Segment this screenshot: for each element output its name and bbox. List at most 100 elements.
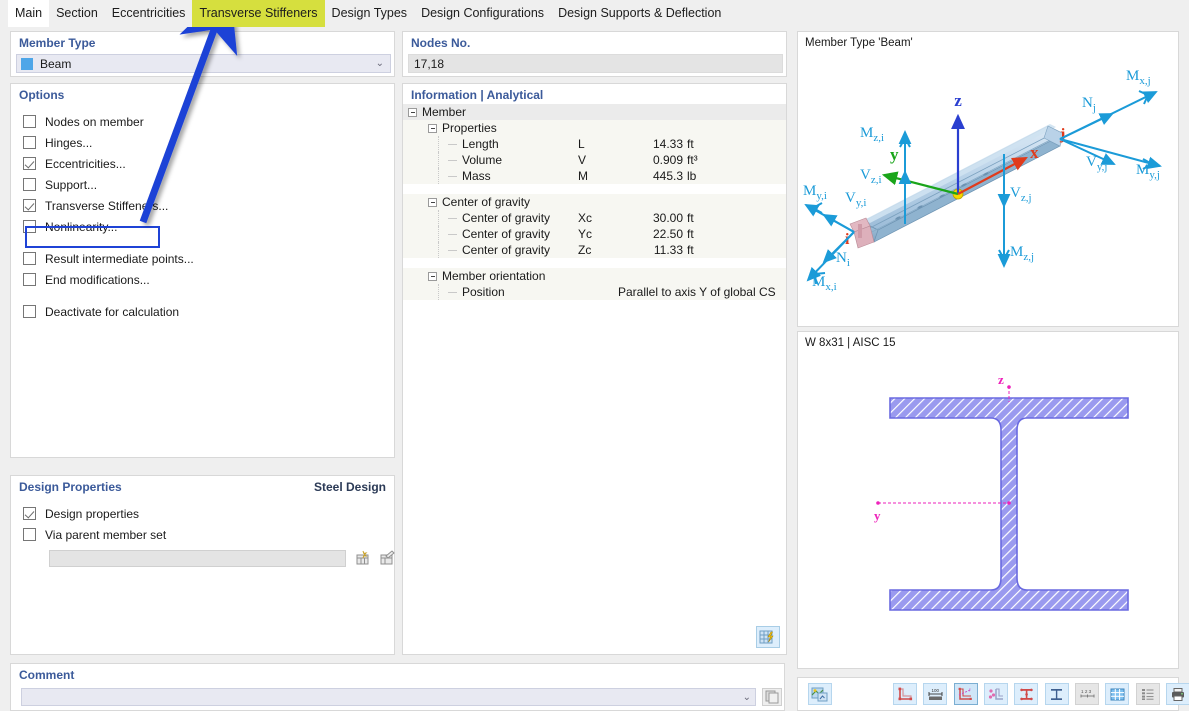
option-support[interactable]: Support... [11,174,394,195]
tab-bar: Main Section Eccentricities Transverse S… [0,0,1189,27]
option-nodes-on-member[interactable]: Nodes on member [11,111,394,132]
tree-branch-icon [448,291,457,293]
section-view-toolbar: 100 y 1 2 3 [893,683,1189,705]
table-row[interactable]: Volume V 0.909 ft³ [403,152,786,168]
print-button[interactable] [1166,683,1189,705]
option-label: Design properties [45,506,140,521]
table-row[interactable]: Position Parallel to axis Y of global CS [403,284,786,300]
force-label-Mx-j: Mx,j [1126,68,1151,87]
option-transverse-stiffeners[interactable]: Transverse Stiffeners... [11,195,394,216]
options-panel: Options Nodes on member Hinges... Eccent… [10,83,395,458]
information-tree: Member Properties Length L 14.33 ft Volu… [403,104,786,654]
tree-row-member[interactable]: Member [403,104,786,120]
option-label: Support... [45,177,98,192]
tree-label: Length [462,137,499,151]
tree-label: Member [422,105,467,119]
checkbox-icon[interactable] [23,252,36,265]
svg-text:y: y [969,687,971,692]
table-row[interactable]: Length L 14.33 ft [403,136,786,152]
tree-row-member-orientation[interactable]: Member orientation [403,268,786,284]
collapse-icon[interactable] [428,123,437,133]
option-label: Result intermediate points... [45,251,194,266]
force-label-Vz-i: Vz,i [860,167,882,186]
option-eccentricities[interactable]: Eccentricities... [11,153,394,174]
checkbox-icon[interactable] [23,178,36,191]
tree-value: 0.909 [652,153,683,167]
edit-member-set-button[interactable] [376,548,395,567]
checkbox-icon[interactable] [23,115,36,128]
comment-panel: Comment ⌄ [10,663,785,711]
option-end-modifications[interactable]: End modifications... [11,269,394,290]
checkbox-icon[interactable] [23,136,36,149]
principal-axes-button[interactable]: y [953,683,978,705]
tab-main[interactable]: Main [8,0,50,27]
checkbox-icon[interactable] [23,220,36,233]
tab-design-supports-deflection[interactable]: Design Supports & Deflection [551,0,728,27]
stress-points-button[interactable] [984,683,1009,705]
table-row[interactable]: Center of gravity Xc 30.00 ft [403,210,786,226]
moment-double-head-My-i [812,202,823,214]
option-via-parent-member-set[interactable]: Via parent member set [11,524,394,545]
collapse-icon[interactable] [408,107,417,117]
nodes-no-value: 17,18 [414,56,445,71]
option-nonlinearity[interactable]: Nonlinearity... [11,216,394,237]
show-table-button[interactable] [756,626,780,648]
tree-branch-icon [448,249,457,251]
tree-branch-icon [448,143,457,145]
member-type-combobox[interactable]: Beam ⌄ [16,54,391,73]
tree-symbol: L [578,137,585,151]
dimensions-icon: 100 [928,688,943,700]
tab-design-configurations[interactable]: Design Configurations [414,0,551,27]
table-row[interactable]: Mass M 445.3 lb [403,168,786,184]
force-label-Ni: Ni [836,250,850,269]
collapse-icon[interactable] [428,197,437,207]
tab-section[interactable]: Section [49,0,105,27]
tab-design-types[interactable]: Design Types [325,0,415,27]
parent-member-set-field[interactable] [49,550,346,567]
option-design-properties[interactable]: Design properties [11,503,394,524]
tree-branch-icon [448,217,457,219]
collapse-icon[interactable] [428,271,437,281]
print-icon [1171,687,1184,701]
comment-input[interactable]: ⌄ [21,688,756,706]
tree-symbol: Yc [578,227,593,241]
table-row[interactable]: Center of gravity Yc 22.50 ft [403,226,786,242]
table-row[interactable]: Center of gravity Zc 11.33 ft [403,242,786,258]
dimensions-button[interactable]: 100 [923,683,948,705]
option-hinges[interactable]: Hinges... [11,132,394,153]
tab-transverse-stiffeners[interactable]: Transverse Stiffeners [192,0,325,27]
tree-value: 14.33 [652,137,683,151]
design-properties-header: Design Properties Steel Design [11,476,394,497]
new-member-set-button[interactable] [352,548,371,567]
checkbox-checked-icon[interactable] [23,199,36,212]
member-view-caption: Member Type 'Beam' [805,37,913,49]
comment-copy-button[interactable] [762,688,782,706]
checkbox-icon[interactable] [23,305,36,318]
section-outline-button[interactable] [893,683,917,705]
tree-row-properties[interactable]: Properties [403,120,786,136]
tree-value: Parallel to axis Y of global CS [618,285,776,299]
checkbox-checked-icon[interactable] [23,157,36,170]
copy-icon [765,690,779,704]
checkbox-checked-icon[interactable] [23,507,36,520]
table-list-button[interactable] [1135,683,1160,705]
option-label: Eccentricities... [45,156,126,171]
option-deactivate-for-calculation[interactable]: Deactivate for calculation [11,301,394,322]
checkbox-icon[interactable] [23,273,36,286]
tree-row-center-of-gravity[interactable]: Center of gravity [403,194,786,210]
render-section-button[interactable] [808,683,832,705]
option-result-intermediate-points[interactable]: Result intermediate points... [11,248,394,269]
force-arrow-Mx-i [806,231,855,282]
section-shape-button[interactable] [1044,683,1069,705]
checkbox-icon[interactable] [23,528,36,541]
nodes-no-input[interactable]: 17,18 [408,54,783,73]
section-parts-button[interactable] [1014,683,1039,705]
numbering-button[interactable]: 1 2 3 [1075,683,1100,705]
section-axis-y: y [874,501,1011,523]
tree-value: 445.3 [652,169,683,183]
member-type-panel: Member Type Beam ⌄ [10,31,395,77]
tree-spacer [403,184,786,194]
grid-button[interactable] [1105,683,1130,705]
nodes-no-title: Nodes No. [403,32,786,53]
tab-eccentricities[interactable]: Eccentricities [105,0,193,27]
